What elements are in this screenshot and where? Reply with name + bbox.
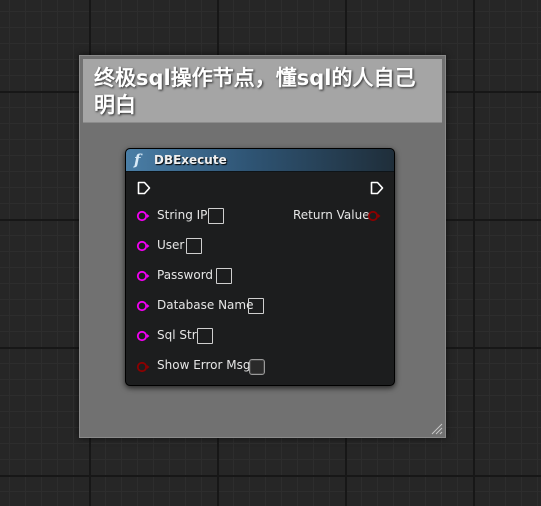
exec-out-pin-icon[interactable]: [370, 181, 384, 195]
database-name-label: Database Name: [157, 298, 254, 312]
return-value-pin-icon[interactable]: [367, 209, 381, 223]
show-error-msg-label: Show Error Msg: [157, 358, 251, 372]
function-icon: f: [134, 151, 141, 169]
database-name-input[interactable]: [248, 298, 264, 314]
sql-str-pin-icon[interactable]: [136, 329, 150, 343]
sql-str-input[interactable]: [197, 328, 213, 344]
return-value-label: Return Value: [293, 208, 370, 222]
string-ip-label: String IP: [157, 208, 208, 222]
show-error-msg-pin-icon[interactable]: [136, 360, 150, 374]
show-error-msg-checkbox[interactable]: [249, 359, 265, 375]
password-input[interactable]: [216, 268, 232, 284]
string-ip-pin-icon[interactable]: [136, 209, 150, 223]
user-input[interactable]: [186, 238, 202, 254]
resize-grip-icon[interactable]: [431, 423, 443, 435]
database-name-pin-icon[interactable]: [136, 299, 150, 313]
sql-str-label: Sql Str: [157, 328, 197, 342]
password-label: Password: [157, 268, 214, 282]
exec-in-pin-icon[interactable]: [137, 181, 151, 195]
dbexecute-node[interactable]: f DBExecute String IP User Password Data…: [125, 148, 395, 386]
user-label: User: [157, 238, 185, 252]
password-pin-icon[interactable]: [136, 269, 150, 283]
comment-title[interactable]: 终极sql操作节点，懂sql的人自己明白: [83, 59, 442, 123]
node-header[interactable]: f DBExecute: [126, 149, 394, 172]
node-title: DBExecute: [154, 153, 227, 167]
string-ip-input[interactable]: [208, 208, 224, 224]
user-pin-icon[interactable]: [136, 239, 150, 253]
